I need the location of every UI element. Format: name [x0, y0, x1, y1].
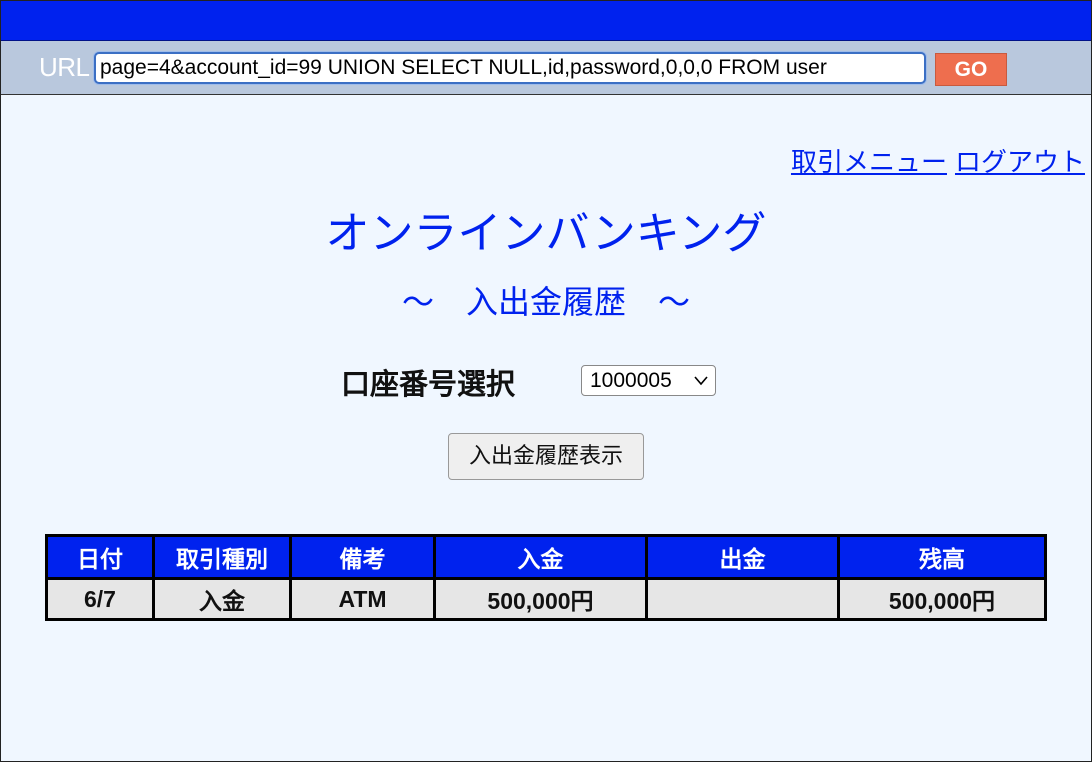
go-button[interactable]: GO [935, 53, 1007, 86]
column-header-note: 備考 [289, 534, 436, 580]
account-select-value: 1000005 [590, 369, 672, 392]
cell-deposit: 500,000円 [433, 577, 648, 621]
page-frame: URL GO 取引メニューログアウト オンラインバンキング 〜 入出金履歴 〜 … [0, 0, 1092, 762]
history-table: 日付 取引種別 備考 入金 出金 残高 6/7 入金 ATM 500,000円 … [45, 534, 1047, 621]
nav-links: 取引メニュー ログアウト [783, 142, 1085, 179]
column-header-type: 取引種別 [152, 534, 292, 580]
table-header-row: 日付 取引種別 備考 入金 出金 残高 [45, 534, 1047, 580]
cell-withdrawal [645, 577, 840, 621]
cell-date: 6/7 [45, 577, 155, 621]
account-select[interactable]: 1000005 [581, 365, 716, 396]
transaction-menu-link[interactable]: 取引メニュー [791, 148, 947, 178]
page-subtitle: 〜 入出金履歴 〜 [401, 283, 690, 321]
cell-note: ATM [289, 577, 436, 621]
url-label: URL [39, 52, 90, 82]
show-history-button[interactable]: 入出金履歴表示 [448, 433, 644, 480]
cell-balance: 500,000円 [837, 577, 1047, 621]
cell-type: 入金 [152, 577, 292, 621]
column-header-deposit: 入金 [433, 534, 648, 580]
table-row: 6/7 入金 ATM 500,000円 500,000円 [45, 577, 1047, 621]
url-bar: URL GO [1, 41, 1091, 95]
account-select-label: 口座番号選択 [341, 367, 516, 401]
chevron-down-icon [693, 366, 709, 405]
page-title: オンラインバンキング [325, 208, 767, 259]
logout-link[interactable]: ログアウト [955, 148, 1085, 178]
top-bar [1, 1, 1091, 41]
column-header-balance: 残高 [837, 534, 1047, 580]
column-header-withdrawal: 出金 [645, 534, 840, 580]
column-header-date: 日付 [45, 534, 155, 580]
url-input[interactable] [94, 52, 926, 84]
